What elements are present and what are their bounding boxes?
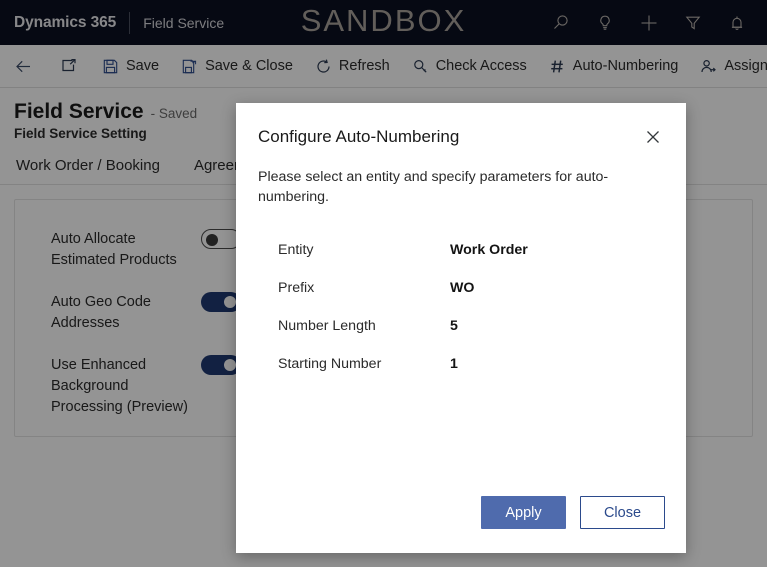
field-value-entity[interactable]: Work Order <box>450 242 528 258</box>
close-button[interactable]: Close <box>580 496 665 529</box>
dialog-footer: Apply Close <box>236 496 686 553</box>
field-value-starting-number[interactable]: 1 <box>450 356 458 372</box>
field-entity: Entity Work Order <box>278 231 686 269</box>
field-label: Starting Number <box>278 356 382 372</box>
dialog-header: Configure Auto-Numbering <box>236 103 686 150</box>
field-value-prefix[interactable]: WO <box>450 280 474 296</box>
field-starting-number: Starting Number 1 <box>278 345 686 383</box>
field-label: Number Length <box>278 318 376 334</box>
close-icon[interactable] <box>640 124 666 150</box>
apply-button[interactable]: Apply <box>481 496 566 529</box>
field-prefix: Prefix WO <box>278 269 686 307</box>
app-root: Dynamics 365 Field Service SANDBOX Save … <box>0 0 767 567</box>
field-number-length: Number Length 5 <box>278 307 686 345</box>
dialog-description: Please select an entity and specify para… <box>258 169 609 205</box>
dialog-field-list: Entity Work Order Prefix WO Number Lengt… <box>236 207 686 383</box>
field-value-number-length[interactable]: 5 <box>450 318 458 334</box>
field-label: Prefix <box>278 280 315 296</box>
configure-auto-numbering-dialog: Configure Auto-Numbering Please select a… <box>236 103 686 553</box>
field-label: Entity <box>278 242 314 258</box>
dialog-title: Configure Auto-Numbering <box>258 127 460 146</box>
